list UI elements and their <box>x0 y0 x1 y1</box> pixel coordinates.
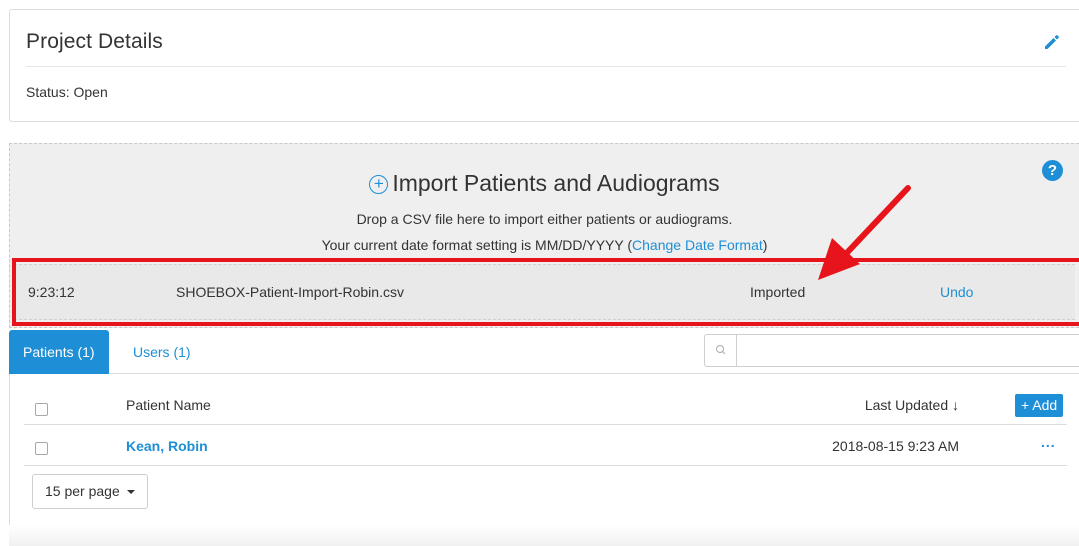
column-header-patient-name[interactable]: Patient Name <box>126 397 211 413</box>
last-updated-value: 2018-08-15 9:23 AM <box>832 438 959 454</box>
search-box <box>704 334 1079 367</box>
patients-table: Patient Name Last Updated ↓ + Add Kean, … <box>9 374 1079 546</box>
pencil-icon[interactable] <box>1043 32 1061 50</box>
status-value: Open <box>73 84 108 100</box>
select-all-checkbox[interactable] <box>35 403 48 416</box>
add-patient-button[interactable]: + Add <box>1015 394 1064 417</box>
per-page-dropdown[interactable]: 15 per page <box>32 474 148 509</box>
search-icon-wrap <box>705 335 737 366</box>
project-status: Status: Open <box>26 84 108 100</box>
change-date-format-link[interactable]: Change Date Format <box>632 237 763 253</box>
row-actions-button[interactable]: ... <box>1041 434 1056 450</box>
project-details-card: Project Details Status: Open <box>9 9 1079 122</box>
date-format-suffix: ) <box>762 237 768 253</box>
import-title-text: Import Patients and Audiograms <box>392 170 720 196</box>
bottom-fade <box>9 525 1079 546</box>
status-label: Status: <box>26 84 70 100</box>
table-header-row: Patient Name Last Updated ↓ + Add <box>24 384 1067 425</box>
column-header-last-updated[interactable]: Last Updated ↓ <box>865 397 959 413</box>
search-input[interactable] <box>738 335 1078 366</box>
tab-users[interactable]: Users (1) <box>119 330 205 374</box>
divider <box>26 66 1066 67</box>
table-row: Kean, Robin 2018-08-15 9:23 AM ... <box>24 425 1067 466</box>
caret-down-icon <box>126 490 135 494</box>
plus-circle-icon: + <box>369 175 389 194</box>
per-page-label: 15 per page <box>45 483 120 499</box>
red-arrow-annotation <box>818 185 911 280</box>
row-checkbox[interactable] <box>35 442 48 455</box>
search-icon <box>716 345 726 355</box>
tab-patients[interactable]: Patients (1) <box>9 330 109 374</box>
patient-name-link[interactable]: Kean, Robin <box>126 438 208 454</box>
project-title: Project Details <box>26 30 163 53</box>
date-format-prefix: Your current date format setting is MM/D… <box>321 237 633 253</box>
